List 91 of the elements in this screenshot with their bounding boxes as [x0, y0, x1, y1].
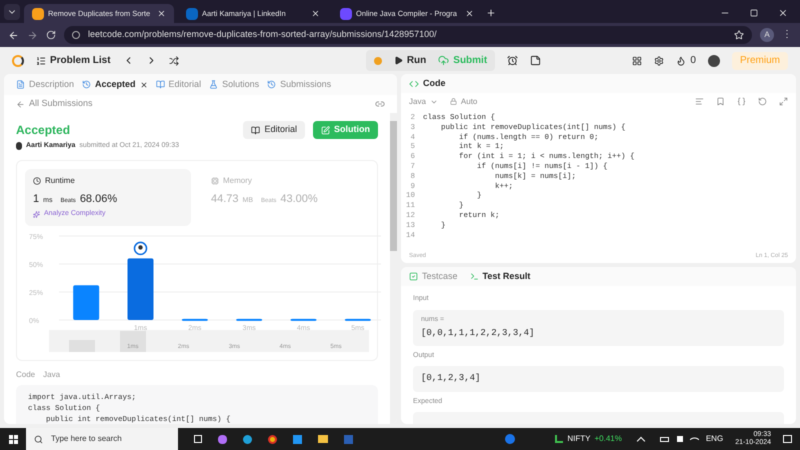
bookmark-icon[interactable] — [716, 97, 725, 106]
all-submissions-link[interactable]: All Submissions — [16, 97, 93, 111]
leetcode-logo-icon[interactable] — [12, 54, 24, 66]
shuffle-icon[interactable] — [168, 56, 179, 66]
solution-button[interactable]: Solution — [313, 121, 378, 139]
taskbar-search-field[interactable]: Type here to search — [26, 428, 178, 450]
language-indicator: ENG — [706, 433, 724, 445]
tab-icon — [16, 80, 25, 89]
status-text: Accepted — [16, 122, 72, 139]
tab-icon — [209, 80, 218, 89]
chart-bar — [73, 284, 100, 320]
language-label: Java — [43, 368, 60, 380]
task-view-icon[interactable] — [194, 435, 202, 443]
timer-icon[interactable] — [507, 55, 518, 66]
braces-icon[interactable] — [737, 97, 746, 106]
bookmark-star-icon[interactable] — [734, 30, 744, 40]
checkbox-icon — [409, 272, 418, 281]
chart-bar — [290, 318, 316, 320]
tab-icon — [267, 80, 276, 89]
reset-icon[interactable] — [758, 97, 767, 106]
input-value: [0,0,1,1,1,2,2,3,3,4] — [421, 327, 536, 340]
panel-tab[interactable]: Editorial — [156, 78, 202, 92]
auto-mode[interactable]: Auto — [450, 96, 478, 108]
user-avatar[interactable] — [708, 54, 720, 66]
maximize-icon[interactable] — [750, 9, 758, 17]
tab-icon — [82, 80, 92, 89]
close-icon[interactable] — [778, 8, 788, 18]
sparkles-icon — [33, 210, 40, 218]
user-avatar — [16, 142, 22, 150]
chart-bar — [182, 318, 208, 320]
language-dropdown[interactable]: Java — [409, 96, 438, 108]
panel-tab[interactable]: Submissions — [267, 78, 332, 92]
expand-icon[interactable] — [779, 97, 788, 106]
beats-percent: 68.06% — [80, 192, 118, 206]
tab-search-button[interactable] — [4, 4, 20, 20]
output-value: [0,1,2,3,4] — [421, 373, 480, 383]
close-icon[interactable] — [465, 9, 474, 18]
chart-bar — [128, 258, 154, 320]
linkedin-logo-icon — [186, 8, 198, 20]
book-icon — [251, 126, 260, 134]
reload-icon[interactable] — [46, 30, 56, 40]
leetcode-logo-icon — [32, 8, 44, 20]
stock-ticker: NIFTY — [567, 433, 590, 445]
avatar-icon — [134, 241, 148, 255]
lock-icon — [450, 98, 457, 105]
stat-value: 1 — [33, 192, 40, 206]
panel-tab[interactable]: Accepted — [82, 78, 148, 92]
profile-avatar[interactable]: A — [760, 28, 774, 42]
tab-icon — [156, 80, 165, 89]
battery-icon — [660, 436, 669, 442]
panel-tab[interactable]: Description — [16, 78, 74, 92]
close-icon[interactable] — [157, 9, 166, 18]
stock-change: +0.41% — [594, 433, 622, 445]
chart-bar — [236, 318, 262, 320]
settings-icon[interactable] — [654, 56, 664, 66]
format-icon[interactable] — [695, 97, 704, 106]
compiler-logo-icon — [340, 8, 352, 20]
flame-icon — [676, 56, 686, 66]
pen-icon — [321, 126, 330, 134]
editorial-button[interactable]: Editorial — [243, 121, 305, 139]
site-info-icon[interactable] — [72, 31, 80, 39]
result-tab[interactable]: Testcase — [409, 270, 458, 284]
close-icon[interactable] — [140, 80, 148, 88]
chip-icon — [211, 176, 219, 184]
result-tab[interactable]: Test Result — [470, 270, 530, 284]
code-icon — [409, 78, 419, 88]
new-tab-icon[interactable] — [486, 8, 496, 18]
layout-icon[interactable] — [632, 56, 642, 66]
address-bar[interactable]: leetcode.com/problems/remove-duplicates-from-sorted-array/submissions/1428957100/ — [64, 26, 752, 44]
play-icon — [394, 56, 403, 65]
stat-value: 44.73 — [211, 192, 239, 206]
back-icon[interactable] — [8, 30, 19, 40]
cloud-upload-icon — [438, 55, 450, 66]
close-icon[interactable] — [311, 9, 320, 18]
terminal-icon — [470, 272, 479, 281]
back-arrow-icon — [16, 100, 25, 108]
search-icon — [34, 434, 43, 444]
streak-counter[interactable]: 0 — [676, 53, 696, 68]
beats-percent: 43.00% — [280, 192, 318, 206]
run-button[interactable]: Run — [394, 53, 426, 68]
panel-title: Code — [423, 76, 446, 90]
link-icon[interactable] — [375, 99, 385, 109]
chart-bar — [344, 318, 371, 320]
code-label: Code — [16, 368, 36, 380]
list-icon — [36, 56, 46, 66]
more-menu-button[interactable]: ⋮ — [782, 30, 792, 40]
url-text: leetcode.com/problems/remove-duplicates-from-sorted-array/submissions/1428957100/ — [88, 28, 438, 42]
problem-list-button[interactable]: Problem List — [36, 53, 111, 68]
clock-icon — [33, 176, 41, 184]
notes-icon[interactable] — [530, 55, 542, 66]
panel-tab[interactable]: Solutions — [209, 78, 260, 92]
